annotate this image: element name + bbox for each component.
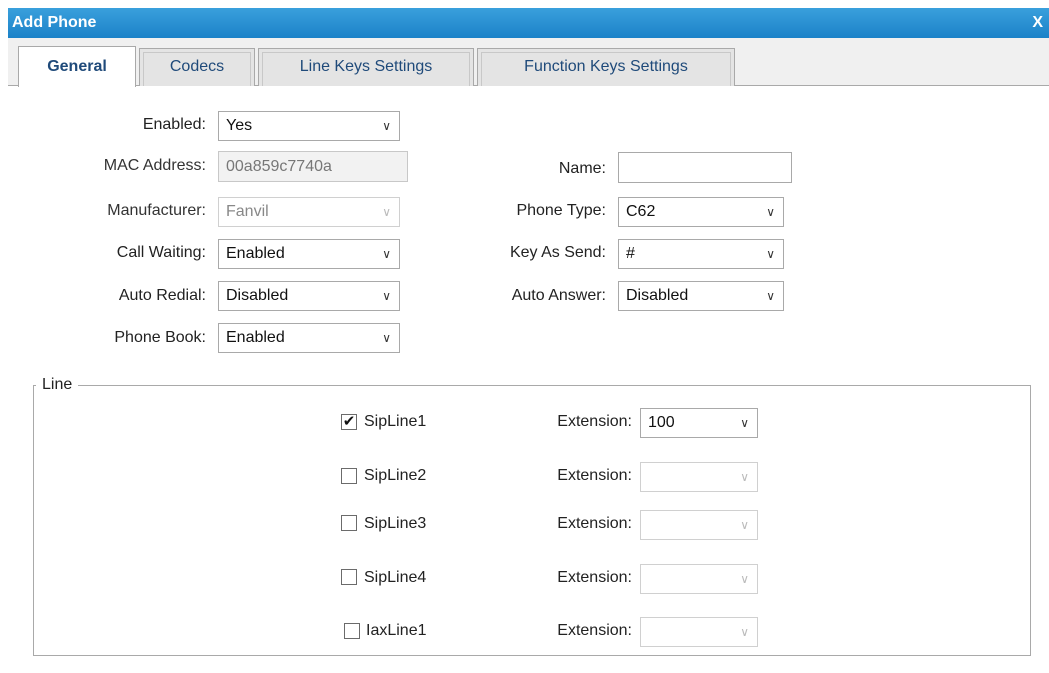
chevron-down-icon: ∨	[382, 331, 391, 345]
key-as-send-label: Key As Send:	[509, 244, 606, 261]
tab-function-keys-settings-label: Function Keys Settings	[524, 58, 688, 75]
sipline4-label: SipLine4	[364, 569, 427, 586]
chevron-down-icon: ∨	[382, 119, 391, 133]
tab-general[interactable]: General	[18, 46, 136, 87]
auto-answer-value: Disabled	[626, 287, 689, 304]
iaxline1-checkbox[interactable]	[344, 623, 360, 639]
extension-label: Extension:	[557, 622, 632, 639]
iaxline1-label: IaxLine1	[366, 622, 427, 639]
chevron-down-icon: ∨	[382, 289, 391, 303]
extension-label: Extension:	[557, 467, 632, 484]
sipline1-checkbox[interactable]: ✔	[341, 414, 357, 430]
tab-codecs[interactable]: Codecs	[139, 48, 255, 86]
manufacturer-label: Manufacturer:	[107, 202, 206, 219]
call-waiting-value: Enabled	[226, 245, 285, 262]
chevron-down-icon: ∨	[766, 205, 775, 219]
chevron-down-icon: ∨	[382, 247, 391, 261]
line-section-legend: Line	[42, 376, 73, 393]
tab-strip: General Codecs Line Keys Settings Functi…	[8, 38, 1049, 87]
sipline3-extension-select[interactable]: ∨	[640, 510, 758, 540]
sipline4-extension-select[interactable]: ∨	[640, 564, 758, 594]
manufacturer-value: Fanvil	[226, 203, 269, 220]
chevron-down-icon: ∨	[766, 289, 775, 303]
phone-type-value: C62	[626, 203, 656, 220]
auto-redial-select[interactable]: Disabled ∨	[218, 281, 400, 311]
tab-line-keys-settings-label: Line Keys Settings	[299, 58, 433, 75]
auto-answer-label: Auto Answer:	[511, 287, 606, 304]
iaxline1-extension-select[interactable]: ∨	[640, 617, 758, 647]
close-icon[interactable]: X	[1032, 14, 1043, 32]
tab-general-label: General	[47, 58, 107, 75]
dialog-title-bar: Add Phone X	[8, 8, 1049, 38]
chevron-down-icon: ∨	[740, 416, 749, 430]
dialog-title: Add Phone	[12, 14, 97, 31]
phone-book-label: Phone Book:	[114, 329, 206, 346]
sipline2-checkbox[interactable]	[341, 468, 357, 484]
sipline2-extension-select[interactable]: ∨	[640, 462, 758, 492]
sipline1-extension-select[interactable]: 100 ∨	[640, 408, 758, 438]
mac-address-label: MAC Address:	[103, 157, 206, 174]
chevron-down-icon: ∨	[740, 625, 749, 639]
sipline3-label: SipLine3	[364, 515, 427, 532]
extension-label: Extension:	[557, 569, 632, 586]
call-waiting-select[interactable]: Enabled ∨	[218, 239, 400, 269]
sipline2-label: SipLine2	[364, 467, 427, 484]
sipline4-checkbox[interactable]	[341, 569, 357, 585]
name-label: Name:	[558, 160, 606, 177]
extension-label: Extension:	[557, 413, 632, 430]
mac-address-field[interactable]: 00a859c7740a	[218, 151, 408, 182]
phone-type-label: Phone Type:	[516, 202, 606, 219]
enabled-value: Yes	[226, 117, 253, 134]
tab-line-keys-settings[interactable]: Line Keys Settings	[258, 48, 474, 86]
chevron-down-icon: ∨	[766, 247, 775, 261]
auto-answer-select[interactable]: Disabled ∨	[618, 281, 784, 311]
phone-book-select[interactable]: Enabled ∨	[218, 323, 400, 353]
phone-book-value: Enabled	[226, 329, 285, 346]
chevron-down-icon: ∨	[740, 518, 749, 532]
call-waiting-label: Call Waiting:	[116, 244, 206, 261]
tab-codecs-label: Codecs	[169, 58, 225, 75]
sipline1-extension-value: 100	[648, 414, 675, 431]
auto-redial-value: Disabled	[226, 287, 289, 304]
enabled-label: Enabled:	[142, 116, 206, 133]
chevron-down-icon: ∨	[740, 572, 749, 586]
extension-label: Extension:	[557, 515, 632, 532]
enabled-select[interactable]: Yes ∨	[218, 111, 400, 141]
auto-redial-label: Auto Redial:	[118, 287, 206, 304]
name-field[interactable]	[618, 152, 792, 183]
phone-type-select[interactable]: C62 ∨	[618, 197, 784, 227]
key-as-send-select[interactable]: # ∨	[618, 239, 784, 269]
check-icon: ✔	[342, 413, 356, 430]
sipline1-label: SipLine1	[364, 413, 427, 430]
key-as-send-value: #	[626, 245, 635, 262]
chevron-down-icon: ∨	[740, 470, 749, 484]
sipline3-checkbox[interactable]	[341, 515, 357, 531]
manufacturer-select[interactable]: Fanvil ∨	[218, 197, 400, 227]
tab-function-keys-settings[interactable]: Function Keys Settings	[477, 48, 735, 86]
chevron-down-icon: ∨	[382, 205, 391, 219]
